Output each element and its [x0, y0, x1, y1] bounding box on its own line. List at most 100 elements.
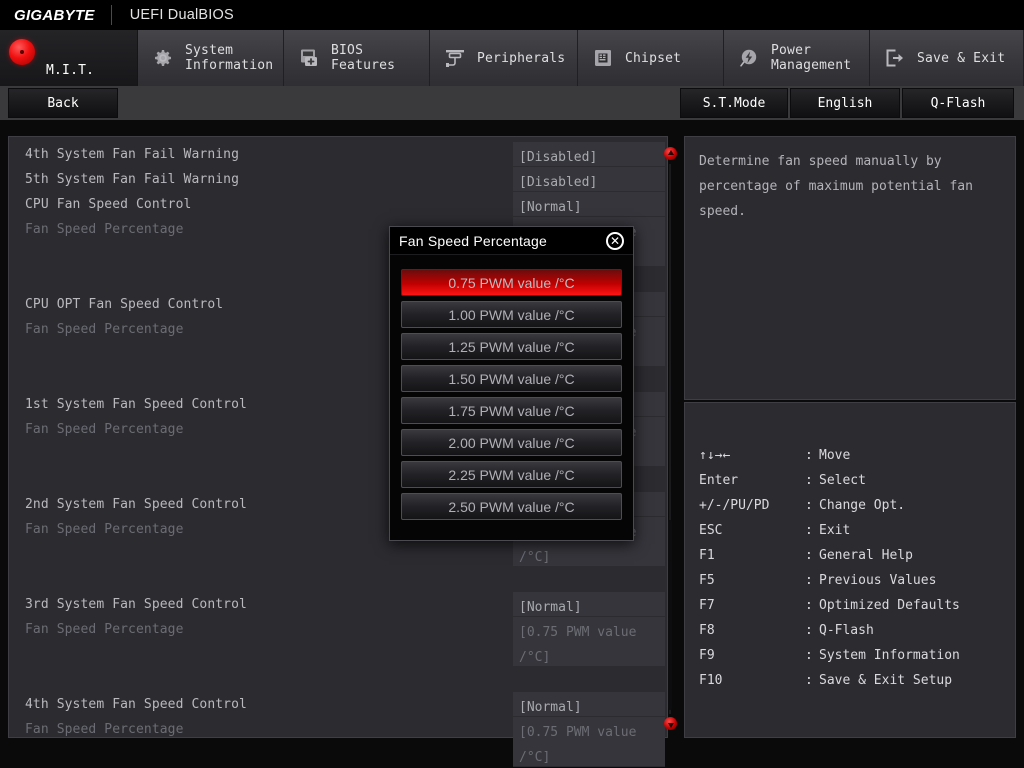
dialog-option[interactable]: 0.75 PWM value /°C: [401, 269, 622, 296]
scroll-up-arrow-icon[interactable]: [664, 147, 677, 160]
settings-row-label: 3rd System Fan Speed Control: [25, 597, 247, 612]
help-panel: Determine fan speed manually by percenta…: [684, 136, 1016, 400]
help-text: Determine fan speed manually by percenta…: [699, 154, 973, 219]
key-colon: :: [805, 673, 813, 688]
tab-label: M.I.T.: [46, 63, 95, 78]
exit-arrow-icon: [882, 45, 908, 71]
key-legend-row: F9: System Information: [699, 643, 1015, 668]
dialog-option[interactable]: 1.75 PWM value /°C: [401, 397, 622, 424]
key-name: F7: [699, 598, 715, 613]
key-colon: :: [805, 623, 813, 638]
settings-row-label: 5th System Fan Fail Warning: [25, 172, 240, 187]
settings-row-label: Fan Speed Percentage: [25, 522, 184, 537]
bios-screen: GIGABYTE UEFI DualBIOS M.I.T. System Info…: [0, 0, 1024, 768]
tab-label: BIOS Features: [331, 43, 396, 73]
gear-icon: [150, 45, 176, 71]
key-colon: :: [805, 448, 813, 463]
dialog-option[interactable]: 1.00 PWM value /°C: [401, 301, 622, 328]
main-tab-bar: M.I.T. System Information BIOS Features Per…: [0, 30, 1024, 86]
dialog-option[interactable]: 1.25 PWM value /°C: [401, 333, 622, 360]
back-button[interactable]: Back: [8, 88, 118, 118]
key-name: Enter: [699, 473, 739, 488]
key-legend-list: ↑↓→←: Move Enter: Select +/-/PU/PD: Change Op…: [685, 403, 1015, 693]
tab-label: Power Management: [771, 43, 852, 73]
settings-row-label: Fan Speed Percentage: [25, 722, 184, 737]
key-colon: :: [805, 573, 813, 588]
dialog-option-list: 0.75 PWM value /°C 1.00 PWM value /°C 1.25…: [390, 255, 633, 533]
key-description: General Help: [819, 548, 913, 563]
key-description: Optimized Defaults: [819, 598, 960, 613]
tab-save-exit[interactable]: Save & Exit: [870, 30, 1024, 86]
dialog-option[interactable]: 2.50 PWM value /°C: [401, 493, 622, 520]
dialog-title-bar: Fan Speed Percentage ✕: [390, 227, 633, 255]
key-description: Save & Exit Setup: [819, 673, 953, 688]
key-colon: :: [805, 473, 813, 488]
peripherals-icon: [442, 45, 468, 71]
key-legend-row: ↑↓→←: Move: [699, 443, 1015, 468]
key-legend-row: F5: Previous Values: [699, 568, 1015, 593]
tab-power-management[interactable]: Power Management: [724, 30, 870, 86]
scroll-down-arrow-icon[interactable]: [664, 717, 677, 730]
key-legend-panel: ↑↓→←: Move Enter: Select +/-/PU/PD: Change Op…: [684, 402, 1016, 738]
close-icon[interactable]: ✕: [606, 232, 624, 250]
key-description: Exit: [819, 523, 851, 538]
key-colon: :: [805, 648, 813, 663]
dialog-option[interactable]: 2.25 PWM value /°C: [401, 461, 622, 488]
settings-row-label: CPU Fan Speed Control: [25, 197, 192, 212]
settings-row-label: Fan Speed Percentage: [25, 422, 184, 437]
key-colon: :: [805, 523, 813, 538]
st-mode-button[interactable]: S.T.Mode: [680, 88, 788, 118]
gigabyte-logo: GIGABYTE: [14, 6, 95, 24]
uefi-dualbios-title: UEFI DualBIOS: [129, 7, 234, 23]
settings-row-label: 4th System Fan Fail Warning: [25, 147, 240, 162]
key-colon: :: [805, 498, 813, 513]
settings-row-label: CPU OPT Fan Speed Control: [25, 297, 224, 312]
settings-row-value[interactable]: [Normal]: [513, 692, 665, 717]
dialog-option[interactable]: 2.00 PWM value /°C: [401, 429, 622, 456]
key-description: Select: [819, 473, 866, 488]
chip-plus-icon: [296, 45, 322, 71]
key-name: F10: [699, 673, 723, 688]
key-name: F8: [699, 623, 715, 638]
key-description: Change Opt.: [819, 498, 906, 513]
key-legend-row: F1: General Help: [699, 543, 1015, 568]
scrollbar-thumb[interactable]: [668, 520, 672, 710]
settings-row-value[interactable]: [0.75 PWM value /°C]: [513, 617, 665, 667]
language-button[interactable]: English: [790, 88, 900, 118]
key-legend-row: ESC: Exit: [699, 518, 1015, 543]
settings-row-label: Fan Speed Percentage: [25, 322, 184, 337]
fan-speed-percentage-dialog: Fan Speed Percentage ✕ 0.75 PWM value /°…: [389, 226, 634, 541]
key-name: ↑↓→←: [699, 448, 731, 463]
q-flash-button[interactable]: Q-Flash: [902, 88, 1014, 118]
dialog-title: Fan Speed Percentage: [399, 232, 547, 249]
tab-label: Chipset: [625, 50, 682, 66]
tab-system-information[interactable]: System Information: [138, 30, 284, 86]
settings-row-label: 4th System Fan Speed Control: [25, 697, 247, 712]
tab-bios-features[interactable]: BIOS Features: [284, 30, 430, 86]
dialog-option[interactable]: 1.50 PWM value /°C: [401, 365, 622, 392]
key-colon: :: [805, 598, 813, 613]
power-bolt-icon: [736, 45, 762, 71]
settings-row-value[interactable]: [0.75 PWM value /°C]: [513, 717, 665, 767]
brand-bar: GIGABYTE UEFI DualBIOS: [0, 0, 1024, 30]
settings-row-value[interactable]: [Normal]: [513, 192, 665, 217]
settings-row-value[interactable]: [Normal]: [513, 592, 665, 617]
settings-row-label: 2nd System Fan Speed Control: [25, 497, 247, 512]
settings-scrollbar[interactable]: [662, 140, 678, 734]
key-description: Move: [819, 448, 851, 463]
settings-row-value[interactable]: [Disabled]: [513, 167, 665, 192]
chipset-icon: [590, 45, 616, 71]
settings-row-label: 1st System Fan Speed Control: [25, 397, 247, 412]
key-legend-row: F10: Save & Exit Setup: [699, 668, 1015, 693]
tab-chipset[interactable]: Chipset: [578, 30, 724, 86]
settings-row-label: Fan Speed Percentage: [25, 222, 184, 237]
tab-peripherals[interactable]: Peripherals: [430, 30, 578, 86]
tab-label: Save & Exit: [917, 50, 1006, 66]
key-description: Previous Values: [819, 573, 937, 588]
key-legend-row: +/-/PU/PD: Change Opt.: [699, 493, 1015, 518]
key-name: F5: [699, 573, 715, 588]
key-colon: :: [805, 548, 813, 563]
key-name: F1: [699, 548, 715, 563]
tab-m-i-t[interactable]: M.I.T.: [0, 30, 138, 86]
settings-row-value[interactable]: [Disabled]: [513, 142, 665, 167]
